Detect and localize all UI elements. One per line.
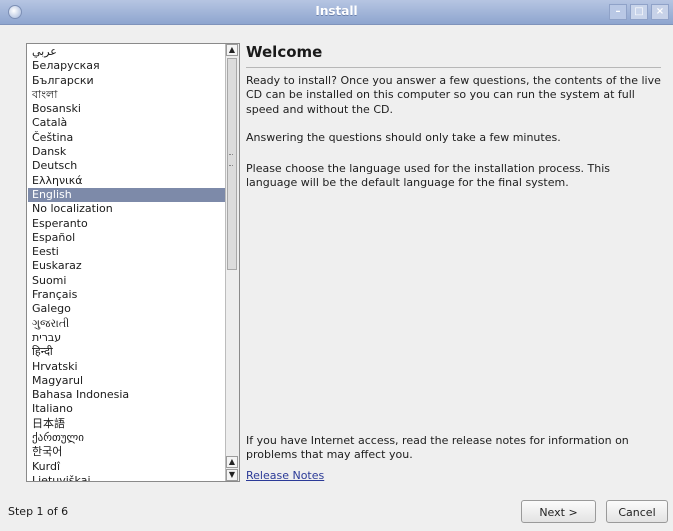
- language-item[interactable]: Dansk: [28, 145, 226, 159]
- language-item[interactable]: Eesti: [28, 245, 226, 259]
- language-item[interactable]: English: [28, 187, 226, 203]
- language-item[interactable]: 日本語: [28, 417, 226, 431]
- language-item[interactable]: Kurdî: [28, 460, 226, 474]
- window-controls: – □ ×: [606, 4, 669, 20]
- scroll-down-icon[interactable]: ▼: [226, 469, 238, 481]
- language-item[interactable]: No localization: [28, 202, 226, 216]
- language-item[interactable]: עברית: [28, 331, 226, 345]
- language-item[interactable]: Български: [28, 74, 226, 88]
- language-item[interactable]: عربي: [28, 45, 226, 59]
- next-button[interactable]: Next >: [521, 500, 596, 523]
- language-item[interactable]: Беларуская: [28, 59, 226, 73]
- close-icon[interactable]: ×: [651, 4, 669, 20]
- language-item[interactable]: Español: [28, 231, 226, 245]
- cancel-button[interactable]: Cancel: [606, 500, 668, 523]
- language-item[interactable]: Deutsch: [28, 159, 226, 173]
- step-indicator: Step 1 of 6: [8, 505, 69, 518]
- scrollbar[interactable]: ▲ ▲ ▼: [225, 44, 239, 481]
- window-title: Install: [315, 4, 358, 18]
- language-item[interactable]: ગુજરાતી: [28, 317, 226, 331]
- language-item[interactable]: Čeština: [28, 131, 226, 145]
- scroll-up-lower-icon[interactable]: ▲: [226, 456, 238, 468]
- heading-divider: [246, 67, 661, 68]
- language-item[interactable]: Italiano: [28, 402, 226, 416]
- language-item[interactable]: Euskaraz: [28, 259, 226, 273]
- language-list[interactable]: عربي Беларуская Български বাংলা Bosanski Cata…: [26, 43, 240, 482]
- language-item[interactable]: বাংলা: [28, 88, 226, 102]
- intro-text: Ready to install? Once you answer a few …: [246, 74, 661, 116]
- language-item[interactable]: Bahasa Indonesia: [28, 388, 226, 402]
- release-notes-link[interactable]: Release Notes: [246, 469, 324, 482]
- title-bar[interactable]: Install – □ ×: [0, 0, 673, 25]
- language-items: عربي Беларуская Български বাংলা Bosanski Cata…: [28, 45, 226, 481]
- language-item[interactable]: Galego: [28, 302, 226, 316]
- language-item[interactable]: Hrvatski: [28, 360, 226, 374]
- language-item[interactable]: Bosanski: [28, 102, 226, 116]
- scroll-up-icon[interactable]: ▲: [226, 44, 238, 56]
- language-item[interactable]: Esperanto: [28, 217, 226, 231]
- language-item[interactable]: 한국어: [28, 445, 226, 459]
- language-item[interactable]: Français: [28, 288, 226, 302]
- language-item[interactable]: Català: [28, 116, 226, 130]
- minimize-icon[interactable]: –: [609, 4, 627, 20]
- maximize-icon[interactable]: □: [630, 4, 648, 20]
- language-prompt-text: Please choose the language used for the …: [246, 162, 611, 190]
- language-item[interactable]: हिन्दी: [28, 345, 226, 359]
- time-note-text: Answering the questions should only take…: [246, 131, 561, 144]
- language-item[interactable]: Magyarul: [28, 374, 226, 388]
- scroll-grip: [229, 154, 233, 166]
- page-title: Welcome: [246, 43, 323, 61]
- release-note-text: If you have Internet access, read the re…: [246, 434, 629, 462]
- language-item[interactable]: Lietuviškai: [28, 474, 226, 481]
- language-item[interactable]: Ελληνικά: [28, 174, 226, 188]
- language-item[interactable]: Suomi: [28, 274, 226, 288]
- language-item[interactable]: ქართული: [28, 431, 226, 445]
